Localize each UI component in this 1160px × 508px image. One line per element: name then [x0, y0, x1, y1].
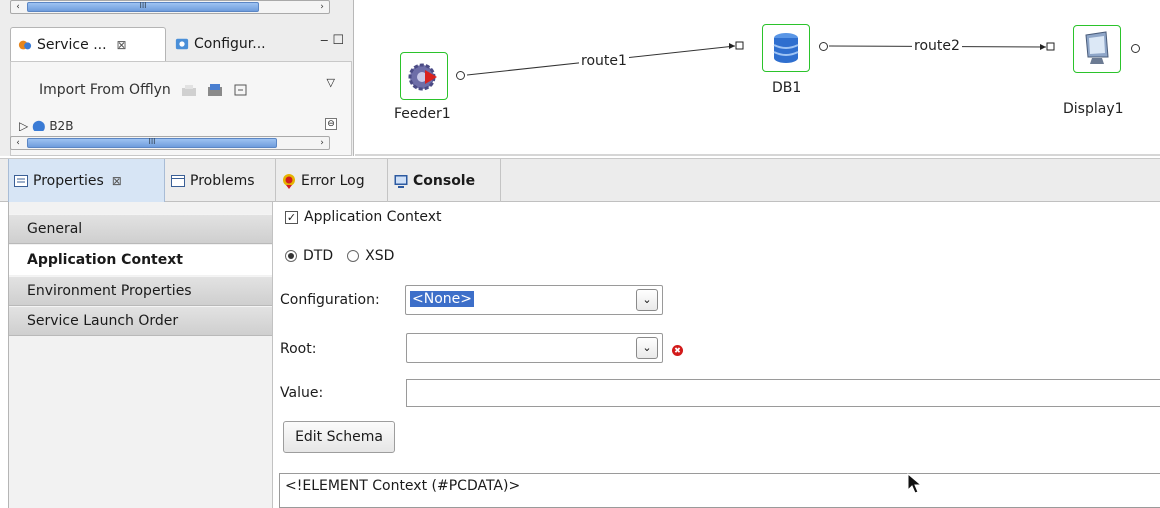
sidebar-item-environment-properties[interactable]: Environment Properties	[9, 276, 272, 306]
scroll-left-icon[interactable]: ‹	[11, 137, 25, 149]
import-disabled-icon[interactable]	[181, 83, 197, 97]
tree-item-label: B2B	[49, 119, 74, 131]
sidebar-item-service-launch-order[interactable]: Service Launch Order	[9, 306, 272, 336]
tab-configuration[interactable]: Configur...	[168, 27, 292, 61]
tab-service-label: Service ...	[37, 36, 107, 53]
service-view-tabs: Service ... ⊠ Configur... ‒☐	[10, 27, 352, 61]
tab-console[interactable]: Console	[389, 159, 501, 202]
bottom-view-tabs: Properties ⊠ Problems Error Log Console	[0, 158, 1160, 202]
feeder1-node[interactable]	[400, 52, 448, 100]
value-field[interactable]	[406, 379, 1160, 407]
display1-output-port[interactable]	[1131, 44, 1140, 53]
route2-label[interactable]: route2	[912, 38, 962, 54]
root-select[interactable]: ⌄	[406, 333, 663, 363]
error-log-icon	[283, 173, 295, 189]
tab-console-label: Console	[413, 172, 476, 189]
route1-port	[735, 41, 744, 50]
feeder1-output-port[interactable]	[456, 71, 465, 80]
configuration-label: Configuration:	[280, 292, 380, 308]
configuration-select[interactable]: <None> ⌄	[405, 285, 663, 315]
tab-close-icon[interactable]: ⊠	[112, 174, 122, 188]
route-connections	[466, 41, 1055, 76]
db1-node[interactable]	[762, 24, 810, 72]
tab-service[interactable]: Service ... ⊠	[10, 27, 166, 61]
tab-properties[interactable]: Properties ⊠	[8, 159, 165, 202]
tab-configuration-label: Configur...	[194, 36, 266, 52]
application-context-checkbox[interactable]: ✓	[285, 210, 298, 224]
route1-label[interactable]: route1	[579, 53, 629, 69]
top-horizontal-scrollbar[interactable]: ‹ III ›	[10, 0, 330, 14]
sidebar-item-label: Environment Properties	[27, 283, 192, 299]
service-tab-icon	[18, 40, 32, 49]
scroll-left-icon[interactable]: ‹	[11, 1, 25, 13]
minimize-icon[interactable]: ‒	[320, 33, 332, 48]
chevron-down-icon[interactable]: ⌄	[636, 289, 658, 311]
console-icon	[394, 174, 408, 188]
monitor-icon	[1085, 31, 1109, 64]
dtd-radio[interactable]	[285, 250, 297, 262]
display1-label: Display1	[1063, 101, 1124, 117]
schema-text-area[interactable]: <!ELEMENT Context (#PCDATA)>	[279, 473, 1160, 508]
sidebar-item-label: Service Launch Order	[27, 313, 179, 329]
dtd-radio-label[interactable]: DTD	[303, 248, 333, 264]
bottom-horizontal-scrollbar[interactable]: ‹ III ›	[10, 136, 330, 150]
route2-arrowhead	[1040, 44, 1046, 50]
properties-icon	[14, 174, 28, 187]
edit-schema-button[interactable]: Edit Schema	[283, 421, 395, 453]
schema-text: <!ELEMENT Context (#PCDATA)>	[285, 478, 521, 494]
sidebar-item-general[interactable]: General	[9, 214, 272, 244]
chevron-down-icon[interactable]: ⌄	[636, 337, 658, 359]
view-window-buttons: ‒☐	[320, 33, 348, 48]
feeder1-label: Feeder1	[394, 106, 451, 122]
properties-sidebar: General Application Context Environment …	[8, 202, 272, 508]
collapse-button[interactable]: ⊖	[325, 118, 337, 130]
view-menu-icon[interactable]: ▽	[327, 76, 335, 89]
tab-error-log[interactable]: Error Log	[277, 159, 388, 202]
display1-node[interactable]	[1073, 25, 1121, 73]
scrollbar-thumb[interactable]: III	[27, 137, 277, 148]
error-icon: ✖	[672, 345, 683, 356]
database-icon	[773, 33, 799, 63]
service-view-panel: ‹ III › Service ... ⊠ Configur... ‒☐ Imp…	[0, 0, 354, 156]
xsd-radio[interactable]	[347, 250, 360, 262]
db1-label: DB1	[772, 80, 802, 96]
canvas-bottom-border	[355, 154, 1160, 156]
route2-port	[1046, 42, 1055, 51]
sidebar-item-label: General	[27, 221, 83, 237]
schema-type-radio-group: DTD XSD	[285, 248, 394, 264]
root-label: Root:	[280, 341, 317, 357]
tab-properties-label: Properties	[33, 172, 104, 189]
configuration-selected-value: <None>	[410, 291, 474, 307]
scrollbar-thumb[interactable]: III	[27, 1, 259, 12]
tab-close-icon[interactable]: ⊠	[117, 38, 127, 52]
configuration-tab-icon	[175, 38, 189, 50]
sidebar-item-application-context[interactable]: Application Context	[9, 245, 272, 275]
properties-content: ✓ Application Context DTD XSD Configurat…	[272, 202, 1160, 508]
import-toolbar: Import From Offlyn	[39, 82, 249, 98]
export-icon[interactable]	[207, 83, 223, 97]
problems-icon	[171, 174, 185, 187]
xsd-radio-label[interactable]: XSD	[365, 248, 394, 264]
tree-node-icon: ⬤	[32, 119, 46, 131]
tab-problems[interactable]: Problems	[166, 159, 276, 202]
application-context-label: Application Context	[304, 209, 442, 225]
collapse-all-icon[interactable]	[233, 83, 249, 97]
scroll-right-icon[interactable]: ›	[315, 1, 329, 13]
tab-problems-label: Problems	[190, 172, 255, 189]
tab-error-log-label: Error Log	[301, 172, 365, 189]
feeder-gear-icon	[408, 63, 437, 91]
db1-output-port[interactable]	[819, 42, 828, 51]
scroll-right-icon[interactable]: ›	[315, 137, 329, 149]
application-context-checkbox-row[interactable]: ✓ Application Context	[285, 209, 442, 225]
sidebar-item-label: Application Context	[27, 252, 183, 268]
maximize-icon[interactable]: ☐	[332, 33, 348, 48]
mouse-pointer-icon	[907, 473, 923, 494]
tree-expand-icon[interactable]: ▷	[19, 119, 28, 131]
value-label: Value:	[280, 385, 324, 401]
tree-item-b2b[interactable]: ▷ ⬤ B2B	[19, 119, 73, 131]
route1-arrowhead	[729, 43, 735, 49]
diagram-canvas[interactable]: Feeder1 route1 DB1 route2 Display1	[355, 0, 1160, 156]
import-from-offlyn-label[interactable]: Import From Offlyn	[39, 82, 171, 98]
